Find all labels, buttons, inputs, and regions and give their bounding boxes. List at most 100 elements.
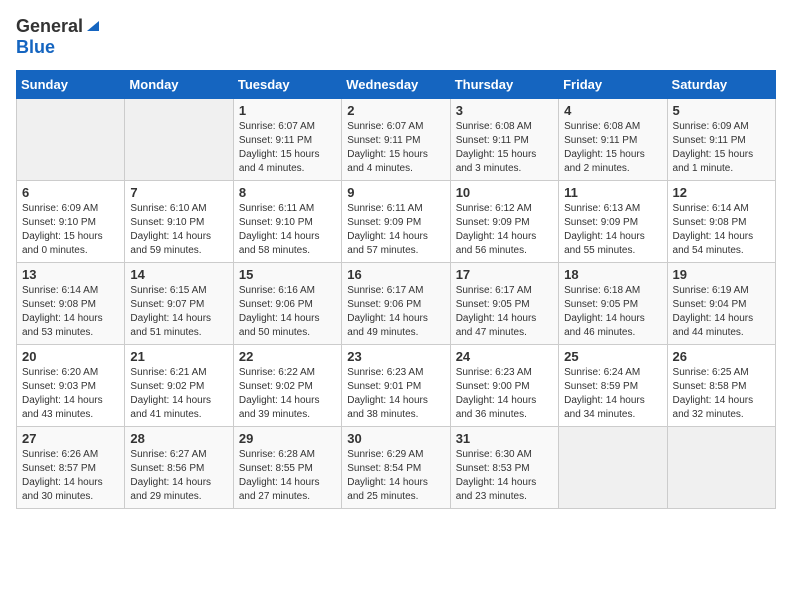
calendar-cell: 22 Sunrise: 6:22 AM Sunset: 9:02 PM Dayli… [233, 345, 341, 427]
calendar-cell: 28 Sunrise: 6:27 AM Sunset: 8:56 PM Dayli… [125, 427, 233, 509]
day-info: Sunrise: 6:09 AM Sunset: 9:10 PM Dayligh… [22, 202, 119, 258]
calendar-cell: 2 Sunrise: 6:07 AM Sunset: 9:11 PM Daylig… [342, 99, 450, 181]
calendar-header: SundayMondayTuesdayWednesdayThursdayFrid… [17, 71, 776, 99]
day-info: Sunrise: 6:28 AM Sunset: 8:55 PM Dayligh… [239, 448, 336, 504]
day-info: Sunrise: 6:11 AM Sunset: 9:09 PM Dayligh… [347, 202, 444, 258]
calendar-cell: 8 Sunrise: 6:11 AM Sunset: 9:10 PM Daylig… [233, 181, 341, 263]
calendar-cell: 4Sunrise: 6:08 AM Sunset: 9:11 PM Daylig… [559, 99, 667, 181]
weekday-header: Friday [559, 71, 667, 99]
calendar-cell: 25 Sunrise: 6:24 AM Sunset: 8:59 PM Dayli… [559, 345, 667, 427]
day-number: 26 [673, 349, 770, 364]
day-number: 3 [456, 103, 553, 118]
day-number: 16 [347, 267, 444, 282]
calendar-cell: 15Sunrise: 6:16 AM Sunset: 9:06 PM Dayli… [233, 263, 341, 345]
day-number: 6 [22, 185, 119, 200]
calendar-cell: 1Sunrise: 6:07 AM Sunset: 9:11 PM Daylig… [233, 99, 341, 181]
day-number: 31 [456, 431, 553, 446]
weekday-header: Wednesday [342, 71, 450, 99]
calendar-cell: 16 Sunrise: 6:17 AM Sunset: 9:06 PM Dayli… [342, 263, 450, 345]
calendar-cell: 5 Sunrise: 6:09 AM Sunset: 9:11 PM Daylig… [667, 99, 775, 181]
calendar-cell: 11Sunrise: 6:13 AM Sunset: 9:09 PM Dayli… [559, 181, 667, 263]
day-number: 4 [564, 103, 661, 118]
calendar-cell: 19 Sunrise: 6:19 AM Sunset: 9:04 PM Dayli… [667, 263, 775, 345]
day-number: 27 [22, 431, 119, 446]
day-info: Sunrise: 6:07 AM Sunset: 9:11 PM Dayligh… [239, 120, 336, 176]
day-number: 10 [456, 185, 553, 200]
calendar-cell: 18 Sunrise: 6:18 AM Sunset: 9:05 PM Dayli… [559, 263, 667, 345]
calendar-table: SundayMondayTuesdayWednesdayThursdayFrid… [16, 70, 776, 509]
day-info: Sunrise: 6:30 AM Sunset: 8:53 PM Dayligh… [456, 448, 553, 504]
day-number: 8 [239, 185, 336, 200]
day-info: Sunrise: 6:27 AM Sunset: 8:56 PM Dayligh… [130, 448, 227, 504]
day-number: 23 [347, 349, 444, 364]
day-info: Sunrise: 6:21 AM Sunset: 9:02 PM Dayligh… [130, 366, 227, 422]
day-number: 5 [673, 103, 770, 118]
calendar-cell: 21 Sunrise: 6:21 AM Sunset: 9:02 PM Dayli… [125, 345, 233, 427]
calendar-cell: 12Sunrise: 6:14 AM Sunset: 9:08 PM Dayli… [667, 181, 775, 263]
calendar-cell: 31 Sunrise: 6:30 AM Sunset: 8:53 PM Dayli… [450, 427, 558, 509]
calendar-cell: 14 Sunrise: 6:15 AM Sunset: 9:07 PM Dayli… [125, 263, 233, 345]
calendar-body: 1Sunrise: 6:07 AM Sunset: 9:11 PM Daylig… [17, 99, 776, 509]
day-number: 19 [673, 267, 770, 282]
day-info: Sunrise: 6:17 AM Sunset: 9:06 PM Dayligh… [347, 284, 444, 340]
day-number: 18 [564, 267, 661, 282]
calendar-cell: 10 Sunrise: 6:12 AM Sunset: 9:09 PM Dayli… [450, 181, 558, 263]
calendar-cell: 6 Sunrise: 6:09 AM Sunset: 9:10 PM Daylig… [17, 181, 125, 263]
calendar-week-row: 1Sunrise: 6:07 AM Sunset: 9:11 PM Daylig… [17, 99, 776, 181]
calendar-cell: 20 Sunrise: 6:20 AM Sunset: 9:03 PM Dayli… [17, 345, 125, 427]
day-info: Sunrise: 6:20 AM Sunset: 9:03 PM Dayligh… [22, 366, 119, 422]
day-number: 29 [239, 431, 336, 446]
day-number: 9 [347, 185, 444, 200]
day-info: Sunrise: 6:26 AM Sunset: 8:57 PM Dayligh… [22, 448, 119, 504]
day-number: 25 [564, 349, 661, 364]
day-number: 22 [239, 349, 336, 364]
weekday-header: Saturday [667, 71, 775, 99]
day-number: 28 [130, 431, 227, 446]
calendar-cell: 3 Sunrise: 6:08 AM Sunset: 9:11 PM Daylig… [450, 99, 558, 181]
day-info: Sunrise: 6:17 AM Sunset: 9:05 PM Dayligh… [456, 284, 553, 340]
page-header: General Blue [16, 16, 776, 58]
calendar-cell: 26Sunrise: 6:25 AM Sunset: 8:58 PM Dayli… [667, 345, 775, 427]
calendar-week-row: 6 Sunrise: 6:09 AM Sunset: 9:10 PM Daylig… [17, 181, 776, 263]
day-number: 17 [456, 267, 553, 282]
day-info: Sunrise: 6:12 AM Sunset: 9:09 PM Dayligh… [456, 202, 553, 258]
day-info: Sunrise: 6:23 AM Sunset: 9:00 PM Dayligh… [456, 366, 553, 422]
day-number: 14 [130, 267, 227, 282]
calendar-cell: 9 Sunrise: 6:11 AM Sunset: 9:09 PM Daylig… [342, 181, 450, 263]
weekday-header: Thursday [450, 71, 558, 99]
day-number: 13 [22, 267, 119, 282]
day-number: 20 [22, 349, 119, 364]
logo: General Blue [16, 16, 99, 58]
day-number: 21 [130, 349, 227, 364]
day-info: Sunrise: 6:07 AM Sunset: 9:11 PM Dayligh… [347, 120, 444, 176]
calendar-cell: 27 Sunrise: 6:26 AM Sunset: 8:57 PM Dayli… [17, 427, 125, 509]
day-info: Sunrise: 6:29 AM Sunset: 8:54 PM Dayligh… [347, 448, 444, 504]
day-number: 2 [347, 103, 444, 118]
day-info: Sunrise: 6:24 AM Sunset: 8:59 PM Dayligh… [564, 366, 661, 422]
logo-general-text: General [16, 16, 83, 37]
day-info: Sunrise: 6:18 AM Sunset: 9:05 PM Dayligh… [564, 284, 661, 340]
day-number: 12 [673, 185, 770, 200]
day-info: Sunrise: 6:15 AM Sunset: 9:07 PM Dayligh… [130, 284, 227, 340]
day-number: 24 [456, 349, 553, 364]
weekday-header: Monday [125, 71, 233, 99]
logo-triangle-icon [85, 17, 99, 31]
logo-blue-text: Blue [16, 37, 55, 58]
day-number: 7 [130, 185, 227, 200]
day-info: Sunrise: 6:08 AM Sunset: 9:11 PM Dayligh… [456, 120, 553, 176]
calendar-cell: 7 Sunrise: 6:10 AM Sunset: 9:10 PM Daylig… [125, 181, 233, 263]
calendar-cell: 29 Sunrise: 6:28 AM Sunset: 8:55 PM Dayli… [233, 427, 341, 509]
day-info: Sunrise: 6:14 AM Sunset: 9:08 PM Dayligh… [22, 284, 119, 340]
weekday-header: Tuesday [233, 71, 341, 99]
calendar-week-row: 20 Sunrise: 6:20 AM Sunset: 9:03 PM Dayli… [17, 345, 776, 427]
day-info: Sunrise: 6:11 AM Sunset: 9:10 PM Dayligh… [239, 202, 336, 258]
calendar-cell: 23Sunrise: 6:23 AM Sunset: 9:01 PM Dayli… [342, 345, 450, 427]
calendar-cell [125, 99, 233, 181]
day-info: Sunrise: 6:13 AM Sunset: 9:09 PM Dayligh… [564, 202, 661, 258]
day-info: Sunrise: 6:19 AM Sunset: 9:04 PM Dayligh… [673, 284, 770, 340]
day-info: Sunrise: 6:10 AM Sunset: 9:10 PM Dayligh… [130, 202, 227, 258]
day-info: Sunrise: 6:22 AM Sunset: 9:02 PM Dayligh… [239, 366, 336, 422]
day-info: Sunrise: 6:09 AM Sunset: 9:11 PM Dayligh… [673, 120, 770, 176]
calendar-cell: 24 Sunrise: 6:23 AM Sunset: 9:00 PM Dayli… [450, 345, 558, 427]
calendar-week-row: 13 Sunrise: 6:14 AM Sunset: 9:08 PM Dayli… [17, 263, 776, 345]
